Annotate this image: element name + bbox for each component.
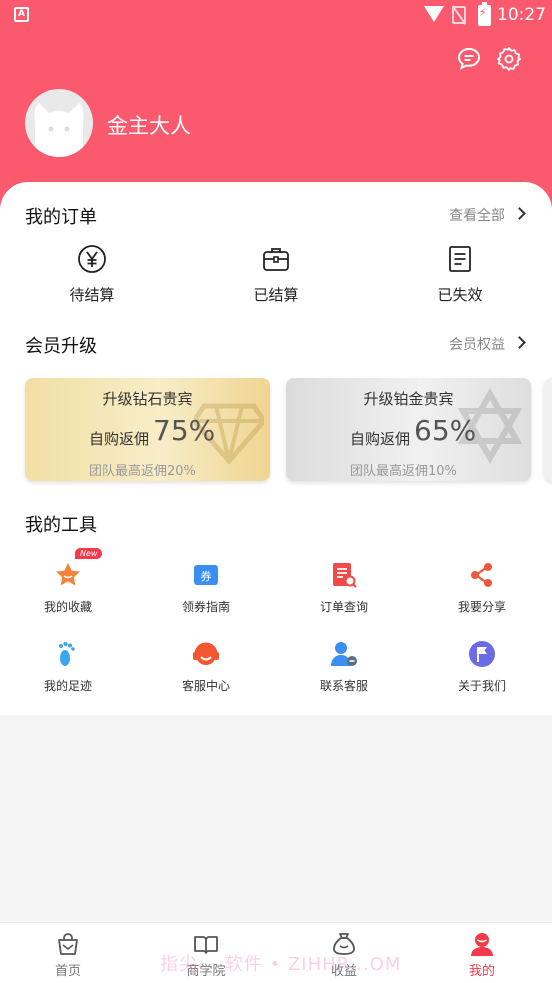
vip-card-platinum[interactable]: 升级铂金贵宾 自购返佣 65% 团队最高返佣10% <box>286 378 531 481</box>
orders-title: 我的订单 <box>25 207 97 228</box>
document-icon <box>449 246 471 272</box>
vip-team-rate: 团队最高返佣20% <box>89 464 196 479</box>
tool-label: 我的收藏 <box>43 600 92 614</box>
vip-rate-value: 75% <box>153 414 216 447</box>
star-icon <box>56 563 80 586</box>
tab-mine[interactable]: 我的 <box>442 931 522 979</box>
member-benefits-link[interactable]: 会员权益 <box>449 334 505 354</box>
order-search-icon <box>333 563 357 588</box>
watermark-text: 指尖... 软件 • ZIHHR...OM <box>160 954 402 975</box>
membership-title: 会员升级 <box>25 336 97 357</box>
view-all-orders-link[interactable]: 查看全部 <box>449 205 505 225</box>
vip-rate-value: 65% <box>414 414 477 447</box>
order-settled[interactable]: 已结算 <box>216 244 336 305</box>
contact-icon <box>331 642 357 666</box>
user-name: 金主大人 <box>107 114 191 138</box>
no-sim-icon <box>452 6 466 24</box>
coupon-icon: 券 <box>194 565 218 585</box>
shopping-bag-icon <box>58 933 78 955</box>
new-badge: New <box>75 548 103 559</box>
headset-icon <box>193 642 219 665</box>
tools-title: 我的工具 <box>25 515 97 536</box>
tool-label: 我要分享 <box>457 600 506 614</box>
svg-text:券: 券 <box>201 569 212 583</box>
tool-label: 订单查询 <box>319 600 368 614</box>
status-time: 10:27 <box>497 5 546 25</box>
tab-label: 我的 <box>468 964 495 979</box>
tool-footprints[interactable]: 我的足迹 <box>13 639 123 694</box>
cat-avatar-icon <box>34 103 84 157</box>
order-item-label: 已结算 <box>253 286 299 304</box>
tool-label: 领券指南 <box>181 600 230 614</box>
tab-label: 首页 <box>54 964 81 979</box>
yen-coin-icon <box>78 245 106 273</box>
app-notification-icon: A <box>14 7 29 22</box>
message-icon[interactable] <box>456 46 482 72</box>
avatar[interactable] <box>25 89 93 157</box>
vip-team-rate: 团队最高返佣10% <box>350 464 457 479</box>
user-icon <box>471 933 493 956</box>
gear-icon[interactable] <box>496 46 522 72</box>
briefcase-icon <box>263 248 289 271</box>
vip-card-next[interactable] <box>544 378 552 481</box>
order-item-label: 已失效 <box>437 286 483 304</box>
vip-rate-label: 自购返佣 <box>350 430 411 448</box>
tool-coupon-guide[interactable]: 券 领券指南 <box>151 560 261 615</box>
tool-service-center[interactable]: 客服中心 <box>151 639 261 694</box>
tool-contact-support[interactable]: 联系客服 <box>289 639 399 694</box>
order-expired[interactable]: 已失效 <box>400 244 520 305</box>
tool-order-search[interactable]: 订单查询 <box>289 560 399 615</box>
vip-card-title: 升级钻石贵宾 <box>102 390 193 408</box>
tab-home[interactable]: 首页 <box>28 931 108 979</box>
vip-card-diamond[interactable]: 升级钻石贵宾 自购返佣 75% 团队最高返佣20% <box>25 378 270 481</box>
tool-label: 关于我们 <box>457 679 506 693</box>
tool-label: 联系客服 <box>319 679 368 693</box>
tool-favorites[interactable]: New 我的收藏 <box>13 548 123 615</box>
vip-rate-label: 自购返佣 <box>89 430 150 448</box>
tool-label: 客服中心 <box>181 679 230 693</box>
tool-share[interactable]: 我要分享 <box>427 560 537 615</box>
battery-icon <box>478 2 491 26</box>
flag-icon <box>469 641 495 667</box>
share-icon <box>471 563 492 587</box>
order-item-label: 待结算 <box>69 286 115 304</box>
vip-card-title: 升级铂金贵宾 <box>363 390 454 408</box>
wifi-icon <box>424 6 444 22</box>
status-bar: A 10:27 <box>0 0 552 32</box>
tool-label: 我的足迹 <box>43 679 92 693</box>
tool-about-us[interactable]: 关于我们 <box>427 639 537 694</box>
order-pending-settlement[interactable]: 待结算 <box>32 244 152 305</box>
footprint-icon <box>59 642 75 666</box>
